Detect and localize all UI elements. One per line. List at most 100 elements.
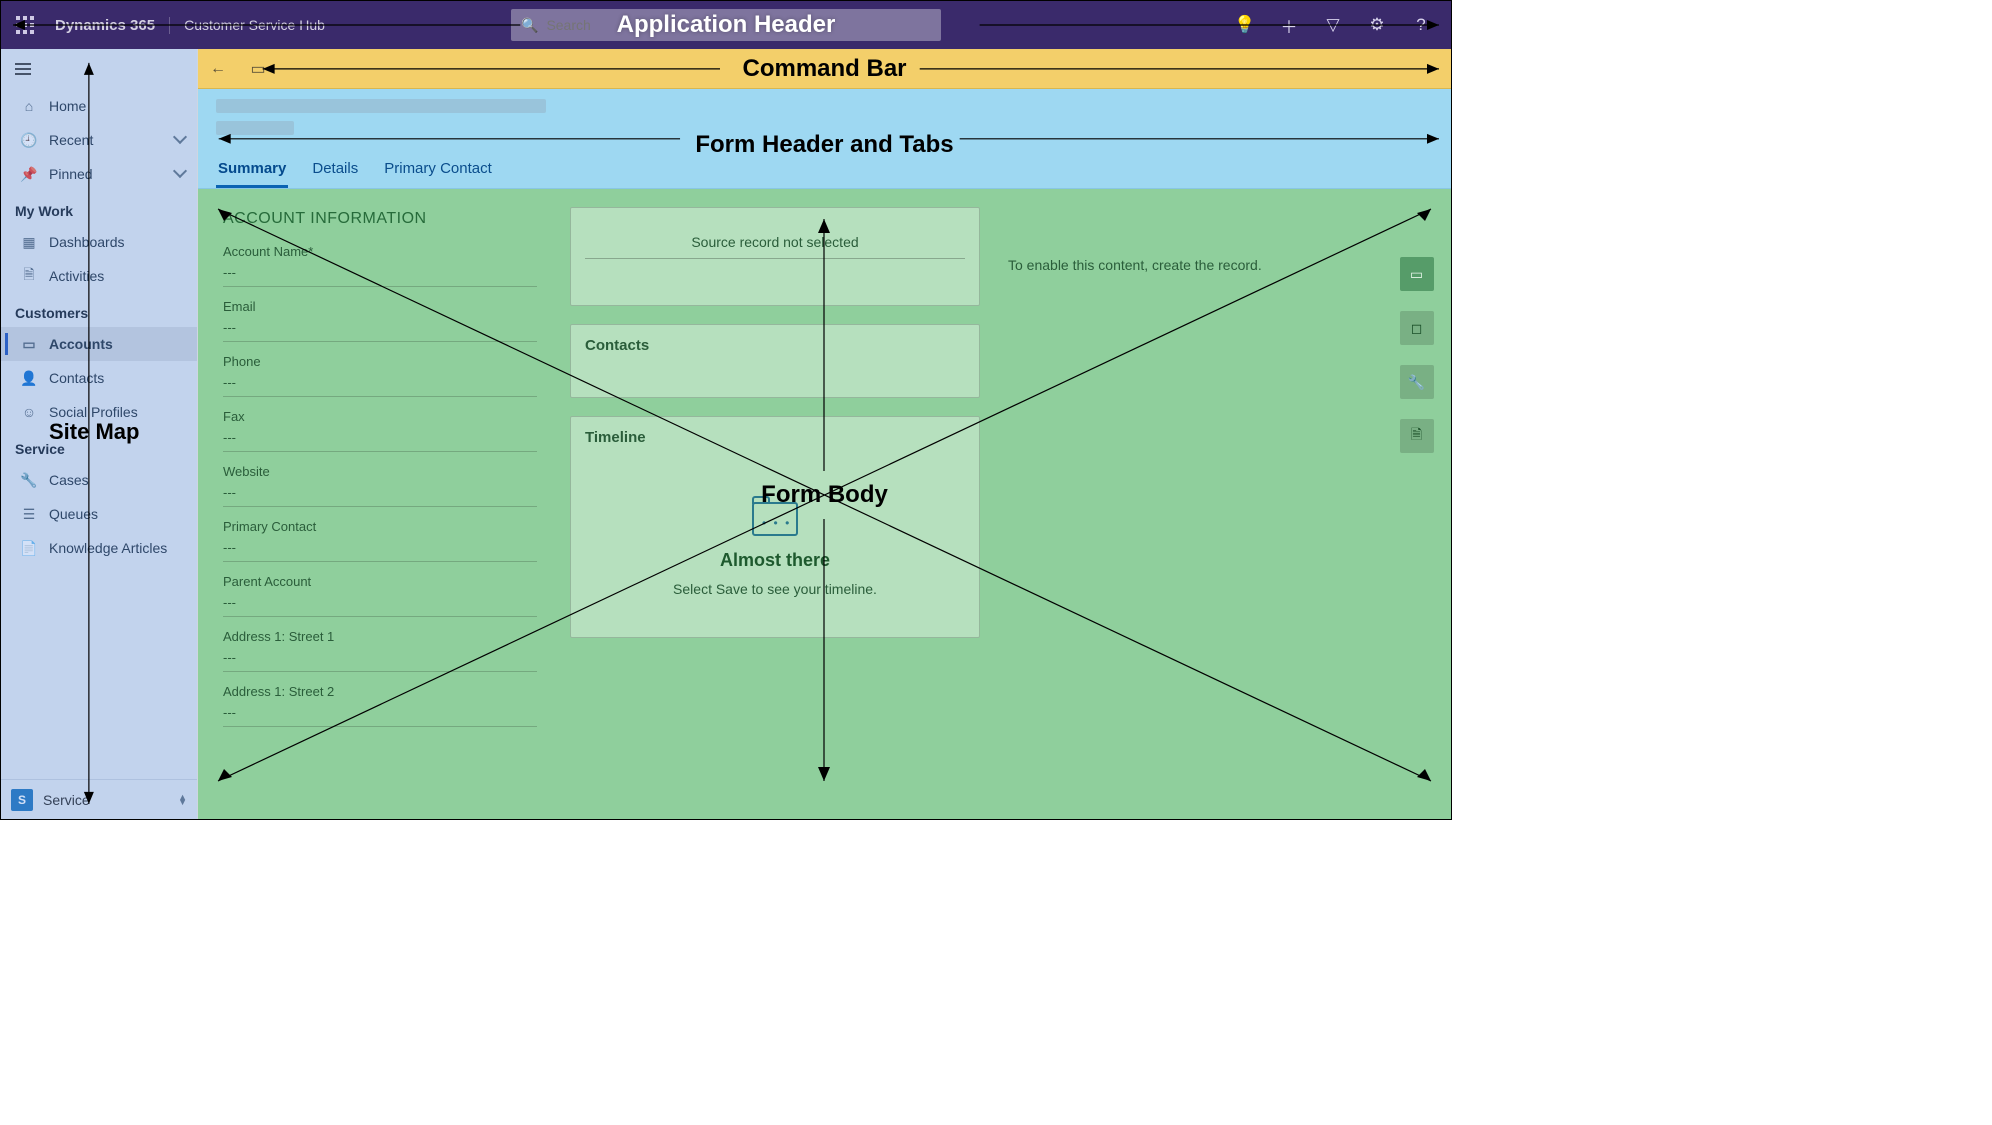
chevron-down-icon [175,166,185,182]
field-label: Address 1: Street 1 [223,629,537,644]
sidebar-item-accounts[interactable]: ▭ Accounts [1,327,197,361]
form-middle-column: Source record not selected Contacts Time… [570,207,980,801]
field-value: --- [223,428,537,447]
field-website[interactable]: Website--- [211,458,549,513]
section-title: ACCOUNT INFORMATION [223,210,549,228]
ka-icon: 📄 [19,540,39,557]
add-icon[interactable]: ＋ [1269,1,1309,49]
subapp-label: Customer Service Hub [170,17,325,33]
sidebar-item-label: Home [49,98,86,114]
field-fax[interactable]: Fax--- [211,403,549,458]
timeline-headline: Almost there [585,550,965,571]
sidebar-item-label: Social Profiles [49,404,138,420]
field-primary-contact[interactable]: Primary Contact--- [211,513,549,568]
rail-tools-icon[interactable]: 🔧 [1400,365,1434,399]
act-icon: 🗎 [19,264,39,288]
record-subtitle-skeleton [216,121,294,135]
sidebar-item-knowledge-articles[interactable]: 📄 Knowledge Articles [1,531,197,565]
search-input[interactable] [546,17,941,33]
area-switch-icon: ▲▼ [178,795,187,805]
annotation-command-bar: Command Bar [198,55,1451,83]
field-value: --- [223,373,537,392]
lightbulb-icon[interactable]: 💡 [1225,1,1265,49]
sidebar-item-label: Knowledge Articles [49,540,167,556]
area-switcher[interactable]: S Service ▲▼ [1,779,197,819]
search-icon: 🔍 [521,17,538,34]
global-search[interactable]: 🔍 Application Header [511,9,941,41]
field-phone[interactable]: Phone --- [211,348,549,403]
field-value: --- [223,703,537,722]
site-map: ⌂ Home 🕘 Recent 📌 Pinned My Work ▦ Dashboards 🗎 A… [1,49,198,819]
command-bar: ← ▭ Command Bar [198,49,1451,89]
form-right-column: To enable this content, create the recor… [1000,207,1374,801]
source-record-text: Source record not selected [585,234,965,250]
sidebar-item-home[interactable]: ⌂ Home [1,89,197,123]
app-launcher-icon[interactable] [1,1,49,49]
timeline-subtext: Select Save to see your timeline. [585,581,965,597]
sidebar-item-recent[interactable]: 🕘 Recent [1,123,197,157]
back-button[interactable]: ← [198,49,238,89]
area-badge: S [11,789,33,811]
tab-summary[interactable]: Summary [216,152,288,188]
sidebar-group-customers: Customers [1,293,197,327]
filter-icon[interactable]: ▽ [1313,1,1353,49]
sidebar-item-activities[interactable]: 🗎 Activities [1,259,197,293]
queue-icon: ☰ [19,506,39,523]
open-panel-button[interactable]: ▭ [238,49,278,89]
sidebar-item-queues[interactable]: ☰Queues [1,497,197,531]
tab-details[interactable]: Details [310,152,360,188]
field-label: Parent Account [223,574,537,589]
help-icon[interactable]: ? [1401,1,1441,49]
field-value: --- [223,538,537,557]
home-icon: ⌂ [19,98,39,114]
recent-icon: 🕘 [19,132,39,149]
sidebar-toggle-button[interactable] [1,49,45,89]
sidebar-item-dashboards[interactable]: ▦ Dashboards [1,225,197,259]
application-header: Dynamics 365 Customer Service Hub 🔍 Appl… [1,1,1451,49]
annotation-site-map: Site Map [49,419,139,445]
field-label: Phone [223,354,537,369]
field-address-1-street-2[interactable]: Address 1: Street 2 --- [211,678,549,733]
case-icon: 🔧 [19,472,39,489]
field-label: Website [223,464,537,479]
field-parent-account[interactable]: Parent Account --- [211,568,549,623]
brand-label: Dynamics 365 [49,17,170,34]
sidebar-item-label: Accounts [49,336,113,352]
sidebar-item-label: Contacts [49,370,104,386]
sidebar-group-my-work: My Work [1,191,197,225]
sidebar-item-label: Recent [49,132,93,148]
contacts-title: Contacts [585,337,965,354]
field-value: --- [223,593,537,612]
related-pane-rail: ▭ ◻ 🔧 🗎 [1394,207,1439,801]
rail-assistant-icon[interactable]: ▭ [1400,257,1434,291]
chevron-down-icon [175,132,185,148]
acct-icon: ▭ [19,336,39,353]
field-label: Account Name* [223,244,537,259]
sidebar-item-pinned[interactable]: 📌 Pinned [1,157,197,191]
rail-card-icon[interactable]: ◻ [1400,311,1434,345]
timeline-title: Timeline [585,429,965,446]
tab-primary-contact[interactable]: Primary Contact [382,152,494,188]
sidebar-item-label: Activities [49,268,104,284]
field-address-1-street-1[interactable]: Address 1: Street 1--- [211,623,549,678]
record-title-skeleton [216,99,546,113]
timeline-card: Timeline Almost there Select Save to see… [570,416,980,638]
form-tabs: Summary Details Primary Contact [216,152,494,188]
form-body: Form Body ACCOUNT INFORMATION Account Na… [198,189,1451,819]
field-label: Email [223,299,537,314]
area-label: Service [43,792,90,808]
sidebar-item-contacts[interactable]: 👤Contacts [1,361,197,395]
source-record-card: Source record not selected [570,207,980,306]
field-label: Address 1: Street 2 [223,684,537,699]
field-email[interactable]: Email --- [211,293,549,348]
soc-icon: ☺ [19,404,39,420]
sidebar-item-label: Dashboards [49,234,125,250]
pin-icon: 📌 [19,166,39,183]
field-value: --- [223,318,537,337]
rail-notes-icon[interactable]: 🗎 [1400,419,1434,453]
dash-icon: ▦ [19,234,39,251]
settings-icon[interactable]: ⚙ [1357,1,1397,49]
field-account-name-[interactable]: Account Name*--- [211,238,549,293]
sidebar-item-label: Pinned [49,166,93,182]
sidebar-item-cases[interactable]: 🔧Cases [1,463,197,497]
